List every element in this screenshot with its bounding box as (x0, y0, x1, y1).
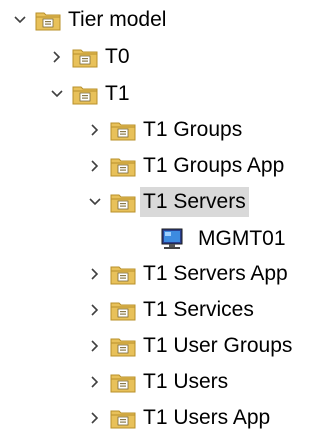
chevron-down-icon[interactable] (10, 5, 30, 35)
tree-node-label: MGMT01 (198, 227, 286, 250)
ou-folder-icon (110, 406, 136, 430)
tree-node-label: T1 Users (143, 370, 229, 393)
tree-node-label: T1 User Groups (143, 334, 293, 357)
tree-node-label: Tier model (68, 8, 167, 31)
tree-node-label: T1 Services (143, 298, 254, 321)
chevron-right-icon[interactable] (85, 115, 105, 145)
tree-node-label: T1 Servers App (143, 262, 288, 285)
ou-folder-icon (35, 8, 61, 32)
chevron-down-icon[interactable] (85, 187, 105, 217)
chevron-right-icon[interactable] (85, 403, 105, 432)
chevron-right-icon[interactable] (85, 331, 105, 361)
ou-folder-icon (72, 82, 98, 106)
ou-folder-icon (110, 154, 136, 178)
chevron-right-icon[interactable] (85, 151, 105, 181)
ou-folder-icon (110, 262, 136, 286)
chevron-right-icon[interactable] (85, 295, 105, 325)
ou-folder-icon (110, 334, 136, 358)
tree-node-label: T1 Groups App (143, 154, 285, 177)
chevron-right-icon[interactable] (85, 367, 105, 397)
ou-folder-icon (110, 118, 136, 142)
tree-node-label: T1 Users App (143, 406, 271, 429)
computer-icon (158, 227, 184, 251)
ou-folder-icon (110, 370, 136, 394)
ou-folder-icon (72, 45, 98, 69)
tree-node-label: T1 (105, 82, 130, 105)
chevron-right-icon[interactable] (85, 259, 105, 289)
chevron-down-icon[interactable] (47, 79, 67, 109)
tree-node-label: T1 Groups (143, 118, 243, 141)
tree-node-label: T0 (105, 45, 130, 68)
tree-node-label: T1 Servers (140, 187, 249, 217)
chevron-right-icon[interactable] (47, 42, 67, 72)
ou-folder-icon (110, 190, 136, 214)
ou-tree-view: Tier model T0 T1 T1 Groups T1 Groups App… (0, 0, 321, 432)
ou-folder-icon (110, 298, 136, 322)
